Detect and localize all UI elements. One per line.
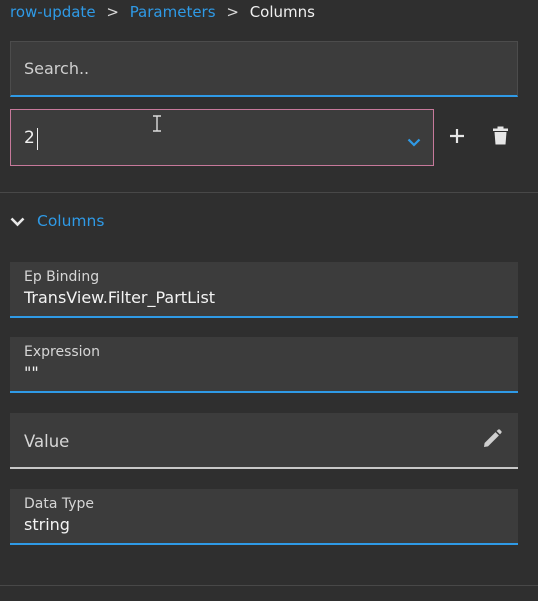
expression-value[interactable]: "" bbox=[24, 363, 39, 382]
parameter-select-value: 2 bbox=[24, 128, 35, 148]
breadcrumb-separator: > bbox=[226, 3, 239, 21]
columns-section-header[interactable]: Columns bbox=[10, 210, 104, 232]
value-label: Value bbox=[24, 432, 70, 451]
breadcrumb-link-parameters[interactable]: Parameters bbox=[130, 3, 216, 21]
data-type-value[interactable]: string bbox=[24, 515, 70, 534]
value-field[interactable]: Value bbox=[10, 413, 518, 469]
breadcrumb-separator: > bbox=[106, 3, 119, 21]
ep-binding-field[interactable]: Ep Binding TransView.Filter_PartList bbox=[10, 262, 518, 318]
expression-field[interactable]: Expression "" bbox=[10, 337, 518, 393]
section-divider bbox=[0, 192, 538, 193]
trash-icon[interactable] bbox=[493, 126, 508, 149]
search-box bbox=[10, 41, 518, 97]
text-caret bbox=[37, 128, 38, 150]
columns-section-label: Columns bbox=[37, 212, 105, 230]
parameter-select[interactable]: 2 bbox=[10, 109, 434, 166]
pencil-icon[interactable] bbox=[482, 429, 502, 453]
ep-binding-label: Ep Binding bbox=[24, 269, 100, 285]
search-input[interactable] bbox=[11, 42, 517, 95]
chevron-down-icon[interactable] bbox=[407, 132, 421, 151]
data-type-field[interactable]: Data Type string bbox=[10, 489, 518, 545]
breadcrumb: row-update > Parameters > Columns bbox=[10, 3, 315, 21]
bottom-divider bbox=[0, 585, 538, 586]
ibeam-cursor-icon bbox=[152, 115, 162, 136]
expression-label: Expression bbox=[24, 344, 100, 360]
data-type-label: Data Type bbox=[24, 496, 95, 512]
ep-binding-value[interactable]: TransView.Filter_PartList bbox=[24, 288, 215, 307]
chevron-down-icon[interactable] bbox=[10, 212, 25, 231]
breadcrumb-current: Columns bbox=[249, 3, 315, 21]
breadcrumb-link-row-update[interactable]: row-update bbox=[10, 3, 96, 21]
plus-icon[interactable] bbox=[449, 128, 465, 148]
